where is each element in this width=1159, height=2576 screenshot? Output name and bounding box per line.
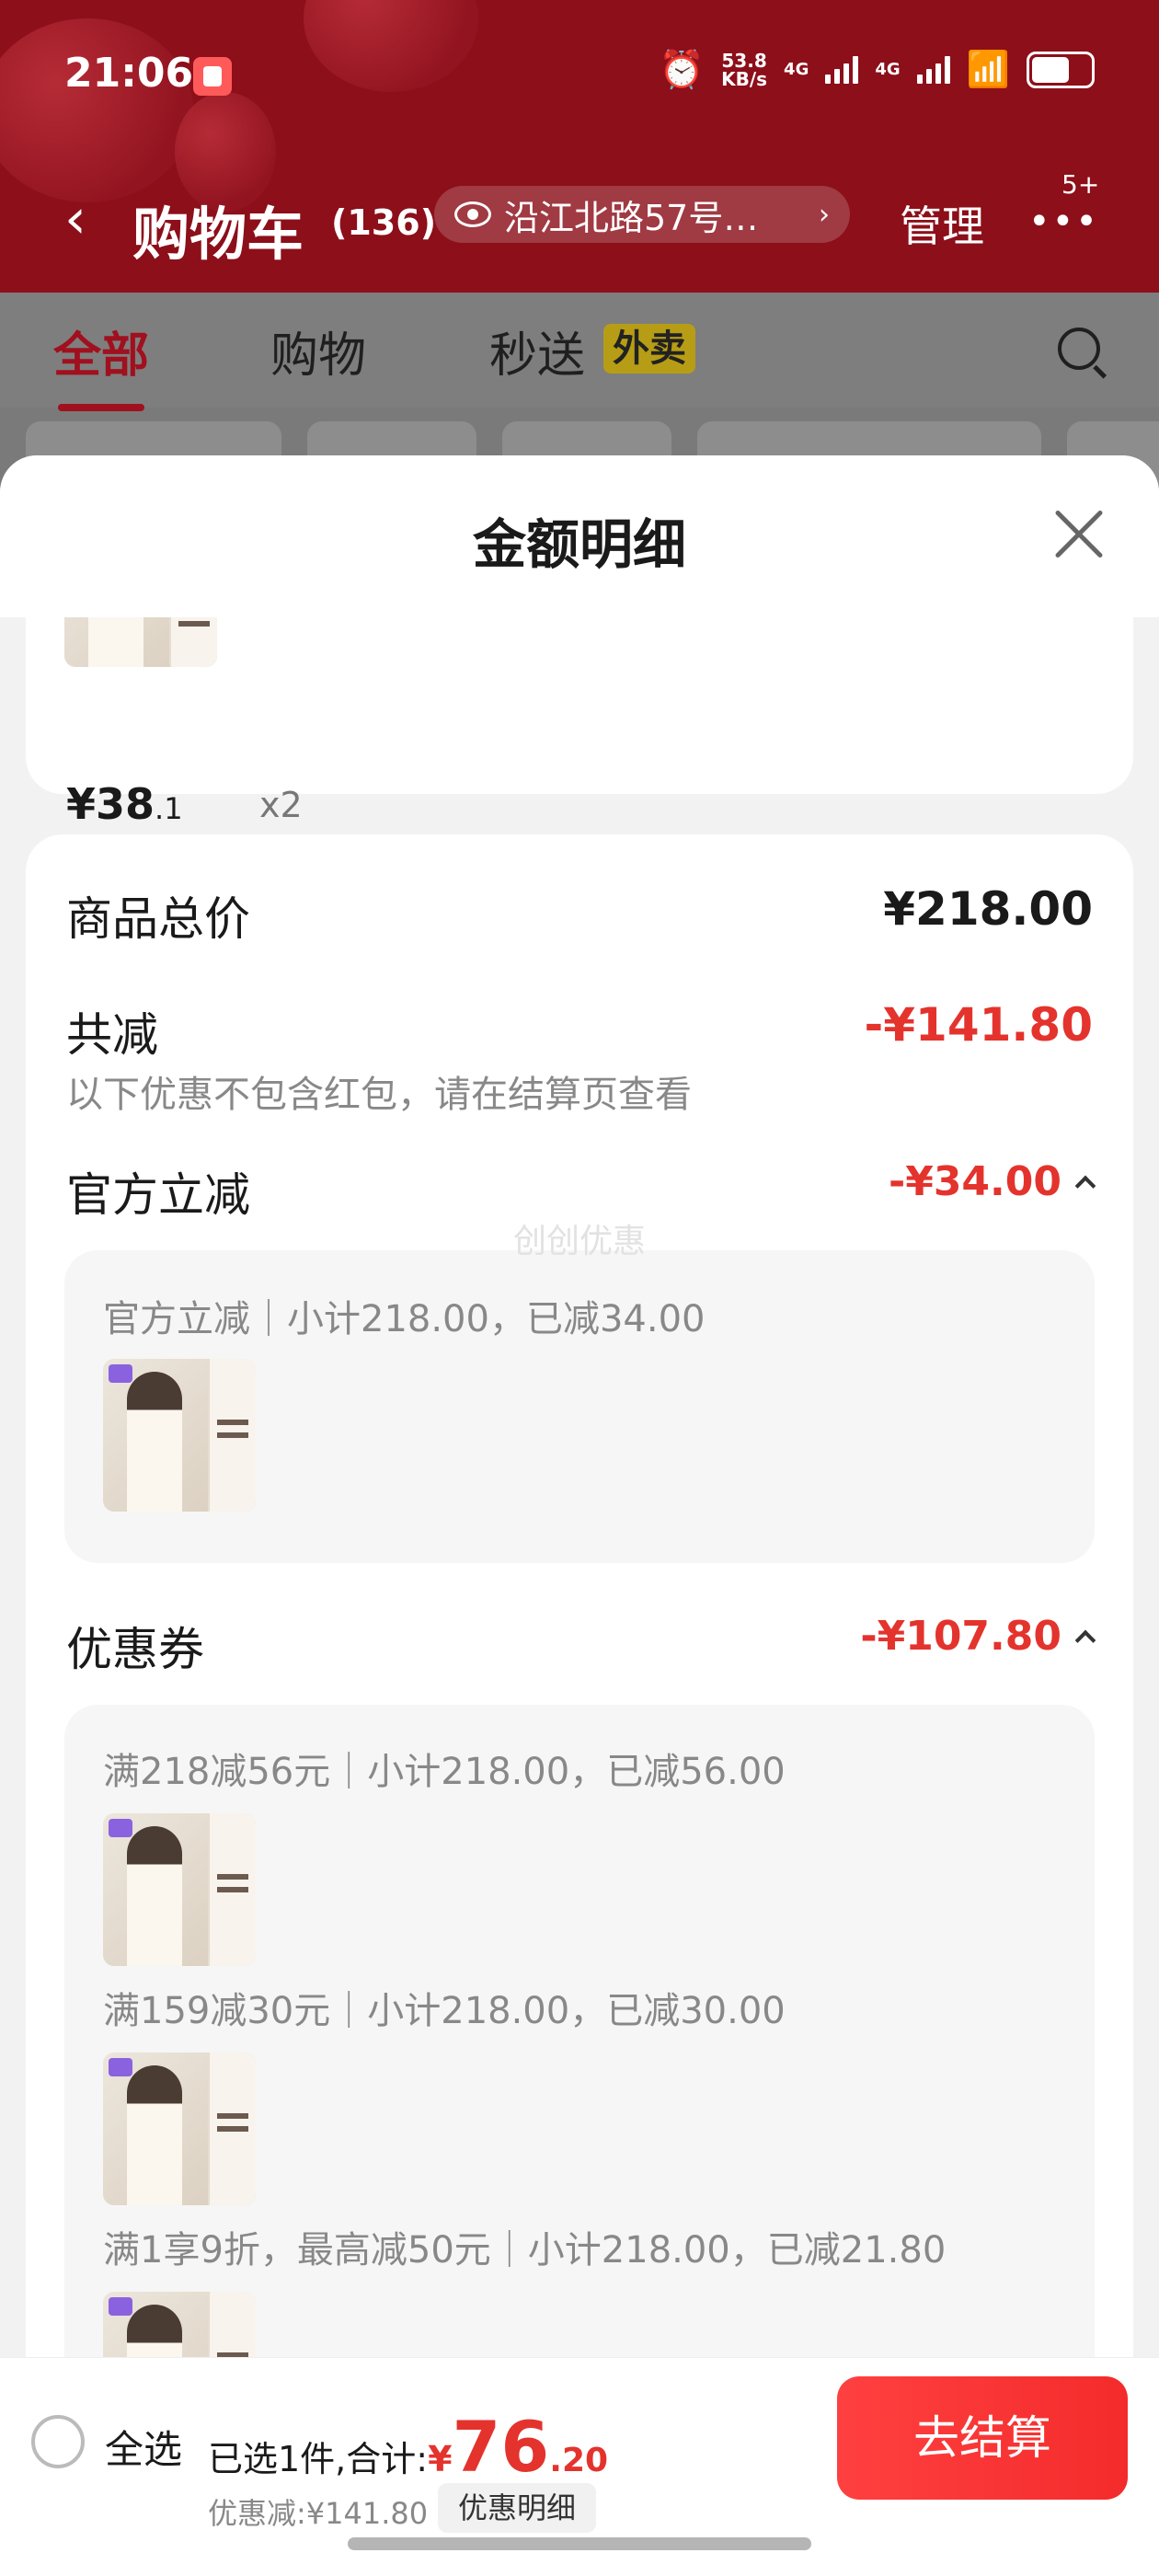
wifi-icon: 📶 <box>966 49 1010 89</box>
price-dec: .1 <box>155 791 183 826</box>
select-all-label[interactable]: 全选 <box>105 2419 182 2475</box>
total-value: ¥218.00 <box>883 882 1093 936</box>
speed-value: 53.8 <box>721 49 767 72</box>
amount-detail-sheet: 金额明细 ¥38.1 x2 商品总价 ¥218.00 共减 -¥141.80 以… <box>0 455 1159 2576</box>
product-thumbnail <box>103 1813 256 1966</box>
coupon-line: 满218减56元｜小计218.00，已减56.00 <box>103 1751 786 1793</box>
status-bar: 21:06 ⏰ 53.8 KB/s 4G 4G 📶 <box>0 0 1159 147</box>
price-int: ¥38 <box>66 779 155 829</box>
tab-shopping[interactable]: 购物 <box>270 316 366 385</box>
battery-icon <box>1027 51 1095 88</box>
cart-nav: ‹ 购物车 (136) 沿江北路57号… › 管理 ••• 5+ <box>0 169 1159 268</box>
coupon-toggle[interactable]: -¥107.80 <box>860 1613 1096 1660</box>
speed-unit: KB/s <box>721 67 768 90</box>
sum-int: 76 <box>452 2406 550 2488</box>
search-icon[interactable] <box>1058 328 1100 370</box>
reduce-value: -¥141.80 <box>864 998 1094 1052</box>
cart-tabs: 全部 购物 秒送 外卖 <box>0 293 1159 411</box>
checkout-button[interactable]: 去结算 <box>837 2376 1128 2500</box>
discount-total: 优惠减:¥141.80 <box>208 2496 429 2531</box>
reduce-label: 共减 <box>66 1008 158 1062</box>
discount-detail-button[interactable]: 优惠明细 <box>438 2483 597 2533</box>
tab-instant[interactable]: 秒送 <box>489 316 585 385</box>
watermark: 创创优惠 <box>512 1223 646 1260</box>
coupon-label: 优惠券 <box>66 1623 204 1676</box>
signal-icon <box>916 55 950 84</box>
page-title: 购物车 <box>132 201 304 268</box>
sum-dec: .20 <box>549 2442 609 2479</box>
close-icon[interactable] <box>1052 507 1106 560</box>
home-indicator[interactable] <box>348 2537 811 2550</box>
more-badge: 5+ <box>1061 169 1100 200</box>
address-text: 沿江北路57号… <box>504 197 759 238</box>
coupon-line: 满159减30元｜小计218.00，已减30.00 <box>103 1990 786 2032</box>
sum-prefix: 已选1件,合计: <box>208 2439 429 2479</box>
back-icon[interactable]: ‹ <box>64 191 86 247</box>
official-discount-detail: 官方立减｜小计218.00，已减34.00 <box>64 1250 1095 1563</box>
chevron-up-icon <box>1074 1175 1096 1197</box>
cart-count: (136) <box>331 202 437 243</box>
official-discount-toggle[interactable]: -¥34.00 <box>888 1158 1096 1205</box>
eye-icon <box>454 201 491 227</box>
sum-line: 已选1件,合计:¥76.20 <box>208 2406 608 2488</box>
coupon-line: 满1享9折，最高减50元｜小计218.00，已减21.80 <box>103 2229 947 2271</box>
takeout-tag: 外卖 <box>603 324 695 374</box>
product-thumbnail <box>103 1359 256 1512</box>
coupon-value: -¥107.80 <box>860 1613 1061 1660</box>
chevron-right-icon: › <box>819 198 830 231</box>
network-type-2: 4G <box>875 60 901 79</box>
sheet-title: 金额明细 <box>472 513 686 576</box>
price-breakdown-card: 商品总价 ¥218.00 共减 -¥141.80 以下优惠不包含红包，请在结算页… <box>26 834 1133 2576</box>
product-thumbnail <box>103 2053 256 2205</box>
item-price: ¥38.1 <box>66 779 183 829</box>
cart-header: 21:06 ⏰ 53.8 KB/s 4G 4G 📶 ‹ 购物车 (136) 沿江… <box>0 0 1159 293</box>
official-discount-value: -¥34.00 <box>888 1158 1061 1205</box>
total-label: 商品总价 <box>66 892 250 946</box>
alarm-icon: ⏰ <box>659 49 706 91</box>
address-selector[interactable]: 沿江北路57号… › <box>434 186 850 243</box>
manage-button[interactable]: 管理 <box>900 193 984 254</box>
tab-all[interactable]: 全部 <box>53 316 149 411</box>
select-all-checkbox[interactable] <box>31 2415 85 2468</box>
signal-icon <box>825 55 859 84</box>
item-quantity: x2 <box>259 785 303 825</box>
sheet-header: 金额明细 <box>0 455 1159 617</box>
sum-yen: ¥ <box>428 2439 453 2479</box>
more-icon[interactable]: ••• <box>1028 201 1099 243</box>
network-type-1: 4G <box>784 60 809 79</box>
network-speed: 53.8 KB/s <box>721 52 767 88</box>
app-notification-icon <box>193 57 232 96</box>
status-time: 21:06 <box>64 50 194 97</box>
reduce-hint: 以下优惠不包含红包，请在结算页查看 <box>66 1074 692 1116</box>
official-discount-line: 官方立减｜小计218.00，已减34.00 <box>103 1298 706 1340</box>
chevron-up-icon <box>1074 1629 1096 1651</box>
